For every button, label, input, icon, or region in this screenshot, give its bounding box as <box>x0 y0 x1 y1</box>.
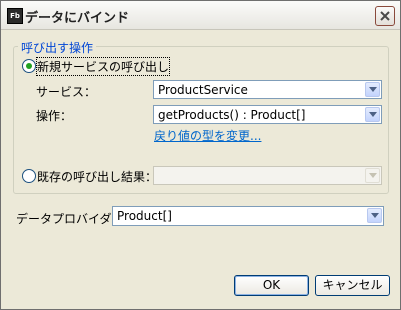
operation-select-value: getProducts() : Product[] <box>158 108 306 122</box>
new-service-call-radio[interactable] <box>22 59 36 73</box>
close-button[interactable] <box>375 6 395 26</box>
chevron-down-icon <box>369 173 377 178</box>
existing-call-dropdown-button[interactable] <box>365 168 380 183</box>
service-label: サービス： <box>36 85 97 99</box>
existing-call-result-select[interactable] <box>153 166 382 185</box>
operation-dropdown-button[interactable] <box>365 107 380 122</box>
existing-call-result-label[interactable]: 既存の呼び出し結果： <box>37 168 157 185</box>
service-select-value: ProductService <box>158 83 248 97</box>
new-service-call-label[interactable]: 新規サービスの呼び出し <box>35 57 171 76</box>
radio-selected-dot <box>26 63 32 69</box>
dialog-title: データにバインド <box>25 11 130 26</box>
operation-label: 操作： <box>36 109 73 123</box>
title-bar: Fb データにバインド <box>1 1 400 30</box>
flash-builder-app-icon: Fb <box>7 8 23 24</box>
service-select[interactable]: ProductService <box>153 80 382 99</box>
operation-group-label: 呼び出す操作 <box>18 39 97 56</box>
ok-button[interactable]: OK <box>234 275 309 296</box>
chevron-down-icon <box>371 213 379 218</box>
bind-to-data-dialog: Fb データにバインド 呼び出す操作 新規サービスの呼び出し サービス： Pro… <box>0 0 401 310</box>
operation-select[interactable]: getProducts() : Product[] <box>153 105 382 124</box>
data-provider-value: Product[] <box>117 209 172 223</box>
chevron-down-icon <box>369 87 377 92</box>
data-provider-select[interactable]: Product[] <box>112 206 384 226</box>
chevron-down-icon <box>369 112 377 117</box>
data-provider-dropdown-button[interactable] <box>367 208 382 223</box>
cancel-button[interactable]: キャンセル <box>315 275 390 296</box>
service-dropdown-button[interactable] <box>365 82 380 97</box>
existing-call-result-radio[interactable] <box>22 169 36 183</box>
close-icon <box>380 11 390 21</box>
change-return-type-link[interactable]: 戻り値の型を変更... <box>154 127 261 144</box>
